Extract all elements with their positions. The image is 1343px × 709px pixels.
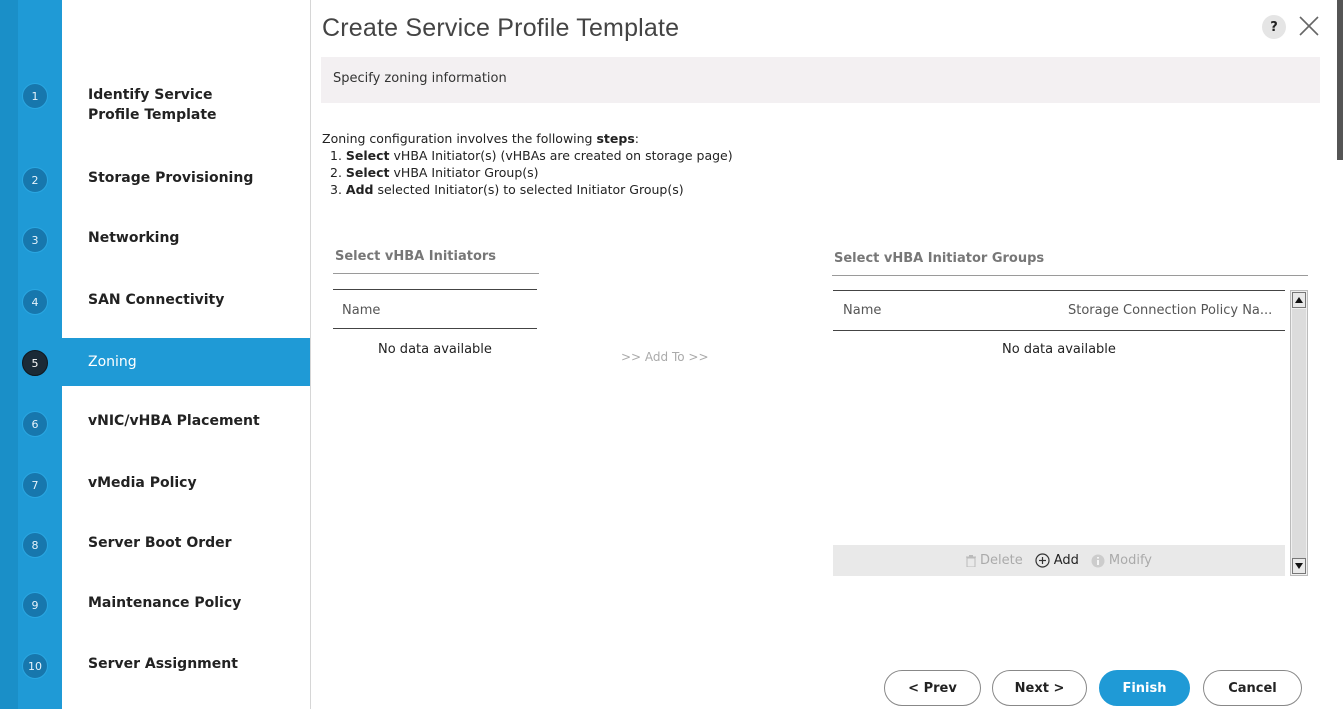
step-vnic-vhba-placement[interactable]: vNIC/vHBA Placement: [62, 413, 310, 429]
delete-button[interactable]: Delete: [966, 553, 1023, 568]
add-to-button[interactable]: >> Add To >>: [621, 350, 709, 364]
add-label: Add: [1053, 553, 1079, 568]
groups-section-title: Select vHBA Initiator Groups: [834, 251, 1045, 266]
step-label: Identify Service Profile Template: [88, 87, 217, 123]
groups-policy-column-header[interactable]: Storage Connection Policy Na...: [1068, 303, 1272, 318]
initiators-section-title: Select vHBA Initiators: [335, 249, 497, 264]
modify-button[interactable]: Modify: [1091, 553, 1152, 568]
step-label: Networking: [88, 230, 180, 246]
item-number: 3.: [330, 182, 346, 197]
wizard-step-list: Identify Service Profile Template Storag…: [62, 0, 311, 709]
dialog-title: Create Service Profile Template: [322, 14, 680, 42]
groups-toolbar: Delete Add Modify: [833, 545, 1285, 576]
finish-button[interactable]: Finish: [1099, 670, 1190, 706]
info-banner: Specify zoning information: [321, 57, 1320, 103]
step-san-connectivity[interactable]: SAN Connectivity: [62, 292, 310, 308]
item-text: selected Initiator(s) to selected Initia…: [373, 182, 684, 197]
close-icon: [1299, 16, 1319, 36]
step-maintenance-policy[interactable]: Maintenance Policy: [62, 595, 310, 611]
step-zoning[interactable]: Zoning: [62, 338, 310, 386]
step-label: SAN Connectivity: [88, 292, 225, 308]
lead-text: Zoning configuration involves the follow…: [322, 131, 597, 146]
lead-colon: :: [634, 131, 639, 146]
step-vmedia-policy[interactable]: vMedia Policy: [62, 475, 310, 491]
delete-label: Delete: [980, 553, 1023, 568]
scroll-thumb[interactable]: [1292, 309, 1306, 559]
instruction-item: 1. Select vHBA Initiator(s) (vHBAs are c…: [322, 147, 733, 164]
step-label: Server Assignment: [88, 656, 238, 672]
step-label: vMedia Policy: [88, 475, 197, 491]
help-button[interactable]: ?: [1262, 15, 1286, 39]
step-label: Storage Provisioning: [88, 170, 254, 186]
step-number-2[interactable]: 2: [22, 167, 48, 193]
groups-empty-message: No data available: [1002, 342, 1116, 357]
question-icon: ?: [1270, 19, 1278, 35]
lead-emphasis: steps: [596, 131, 635, 146]
zoning-instructions: Zoning configuration involves the follow…: [322, 130, 733, 198]
step-number-9[interactable]: 9: [22, 592, 48, 618]
initiators-empty-message: No data available: [378, 342, 492, 357]
item-number: 2.: [330, 165, 346, 180]
step-label: Maintenance Policy: [88, 595, 242, 611]
caret-down-icon: [1295, 563, 1303, 569]
window-edge: [1337, 0, 1343, 160]
table-header-border: [833, 330, 1285, 331]
step-number-4[interactable]: 4: [22, 289, 48, 315]
trash-icon: [966, 554, 977, 567]
step-number-7[interactable]: 7: [22, 472, 48, 498]
item-verb: Select: [345, 148, 390, 163]
plus-circle-icon: [1035, 553, 1050, 568]
item-text: vHBA Initiator Group(s): [389, 165, 539, 180]
step-identify-template[interactable]: Identify Service Profile Template: [62, 85, 310, 125]
step-label: Server Boot Order: [88, 535, 232, 551]
step-number-10[interactable]: 10: [22, 653, 48, 679]
step-server-boot-order[interactable]: Server Boot Order: [62, 535, 310, 551]
close-button[interactable]: [1295, 12, 1323, 40]
step-number-3[interactable]: 3: [22, 227, 48, 253]
step-label: Zoning: [88, 354, 137, 370]
scroll-down-button[interactable]: [1292, 558, 1306, 574]
section-divider: [333, 273, 539, 274]
groups-name-column-header[interactable]: Name: [843, 303, 881, 318]
groups-scrollbar[interactable]: [1290, 290, 1308, 576]
item-verb: Select: [345, 165, 390, 180]
prev-button[interactable]: < Prev: [884, 670, 981, 706]
instructions-lead: Zoning configuration involves the follow…: [322, 130, 733, 147]
step-networking[interactable]: Networking: [62, 230, 310, 246]
section-divider: [832, 275, 1308, 276]
banner-text: Specify zoning information: [333, 71, 507, 86]
table-header-border: [333, 328, 537, 329]
add-button[interactable]: Add: [1035, 553, 1079, 568]
table-top-border: [833, 290, 1285, 291]
modify-label: Modify: [1108, 553, 1152, 568]
step-number-5[interactable]: 5: [22, 350, 48, 376]
step-number-1[interactable]: 1: [22, 83, 48, 109]
instruction-item: 2. Select vHBA Initiator Group(s): [322, 164, 733, 181]
info-circle-icon: [1091, 554, 1105, 567]
step-storage-provisioning[interactable]: Storage Provisioning: [62, 170, 310, 186]
initiators-name-column-header[interactable]: Name: [342, 303, 380, 318]
step-number-6[interactable]: 6: [22, 411, 48, 437]
step-server-assignment[interactable]: Server Assignment: [62, 656, 310, 672]
table-top-border: [333, 289, 537, 290]
caret-up-icon: [1295, 297, 1303, 303]
step-number-8[interactable]: 8: [22, 532, 48, 558]
rail-shade: [0, 0, 18, 709]
scroll-up-button[interactable]: [1292, 292, 1306, 308]
instruction-item: 3. Add selected Initiator(s) to selected…: [322, 181, 733, 198]
next-button[interactable]: Next >: [992, 670, 1087, 706]
item-text: vHBA Initiator(s) (vHBAs are created on …: [389, 148, 733, 163]
step-label: vNIC/vHBA Placement: [88, 413, 260, 429]
item-number: 1.: [330, 148, 346, 163]
cancel-button[interactable]: Cancel: [1203, 670, 1302, 706]
item-verb: Add: [345, 182, 374, 197]
